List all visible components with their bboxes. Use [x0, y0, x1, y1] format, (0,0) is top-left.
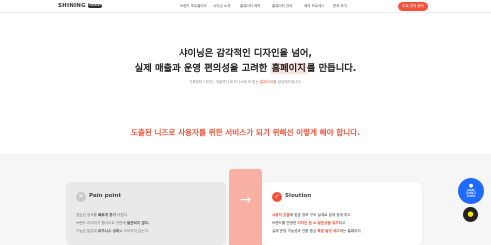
solution-line3-text: 실제 운영 가능성과 전환 중심: [272, 229, 318, 233]
pain-line3-text: 기능은 많은데: [76, 229, 99, 233]
pain-point-line2: 브랜드 이미지가 웹사이트 전반에 일관되지 않다.: [76, 221, 149, 226]
chat-inquiry-button[interactable]: ● CHAT 문의하기 CLICK: [458, 178, 484, 204]
solution-line2: 브랜드를 반영한 디자인 톤 & 일관성을 유지하고: [272, 221, 345, 226]
hero-headline-line2: 실제 매출과 운영 편의성을 고려한 홈페이지를 만듭니다.: [0, 60, 491, 74]
pain-point-card: ✕ Pain point 정돈된 정보를 빠르게 찾기 어렵다. 브랜드 이미지…: [66, 182, 226, 245]
pain-line3-end: 로 이어지지 않는다.: [119, 229, 150, 233]
solution-title: Sloution: [285, 193, 312, 199]
section-title: 도출된 니즈로 사용자를 위한 서비스가 되기 위해선 이렇게 해야 합니다.: [130, 128, 361, 137]
pain-line3-bold: 비즈니스 성과: [98, 229, 120, 233]
pain-point-line1: 정돈된 정보를 빠르게 찾기 어렵다.: [76, 213, 128, 218]
hero-sub-start: 기획부터 디자인, 개발까지 비즈니스에 꼭 맞는: [189, 80, 260, 84]
pain-point-title: Pain point: [89, 193, 121, 199]
hero-sub-accent: 홈페이지: [259, 80, 274, 84]
solution-line1: 사용자 흐름에 맞춘 정보 구조 설계로 쉽게 찾게 하고: [272, 213, 351, 218]
nav-item-homepage-build[interactable]: 홈페이지 제작: [240, 4, 260, 9]
chat-label-3: CLICK: [466, 195, 476, 198]
nav-item-process[interactable]: 제작 프로세스: [304, 4, 324, 9]
pain-line1-bold: 빠르게 찾기: [98, 213, 116, 217]
hero-line2-start: 실제 매출과 운영 편의성을 고려한: [134, 63, 271, 74]
solution-line2-red: 디자인 톤 & 일관성을 유지: [297, 221, 339, 225]
pain-line2-bold: 일관되지 않다.: [126, 221, 150, 225]
hero-highlight: 홈페이지: [270, 63, 307, 74]
arrow-right-icon: →: [239, 192, 252, 208]
solution-line2-end: 하고: [338, 221, 346, 225]
solution-line1-end: 에 맞춘 정보 구조 설계로 쉽게 찾게 하고: [289, 213, 351, 217]
solution-line3: 실제 운영 가능성과 전환 중심 목표 달성 유도하는 홈페이지: [272, 229, 361, 234]
hero-sub-end: 를 완성해드립니다.: [273, 80, 302, 84]
solution-line1-red: 사용자 흐름: [272, 213, 290, 217]
solution-line2-text: 브랜드를 반영한: [272, 221, 298, 225]
pain-line1-end: 어렵다.: [115, 213, 129, 217]
pain-point-line3: 기능은 많은데 비즈니스 성과로 이어지지 않는다.: [76, 229, 149, 234]
pain-line1-text: 정돈된 정보를: [76, 213, 99, 217]
hero-line2-end: 를 만듭니다.: [306, 63, 357, 74]
nav-item-portfolio[interactable]: 브랜드 포트폴리오: [180, 4, 207, 9]
solution-line3-red: 목표 달성 유도: [317, 229, 340, 233]
solution-card: ✓ Sloution 사용자 흐름에 맞춘 정보 구조 설계로 쉽게 찾게 하고…: [262, 182, 422, 245]
free-quote-button[interactable]: 무료 견적 문의: [398, 2, 428, 11]
nav-item-about[interactable]: 샤이닝 소개: [213, 4, 230, 9]
hero-headline-line1: 샤이닝은 감각적인 디자인을 넘어,: [179, 48, 312, 59]
nav-item-contact[interactable]: 문의 하기: [333, 4, 347, 9]
pain-line2-text: 브랜드 이미지가 웹사이트 전반에: [76, 221, 127, 225]
nav-item-homepage-manage[interactable]: 홈페이지 관리: [272, 4, 292, 9]
hero-subtitle: 기획부터 디자인, 개발까지 비즈니스에 꼭 맞는 홈페이지를 완성해드립니다.: [0, 80, 491, 85]
check-icon: ✓: [272, 192, 282, 202]
site-header: SHINING Inc. COMPANY 브랜드 포트폴리오 샤이닝 소개 홈페…: [0, 0, 491, 13]
solution-line3-end: 하는 홈페이지: [339, 229, 361, 233]
close-icon: ✕: [76, 192, 86, 202]
logo-tag: COMPANY: [88, 4, 102, 8]
transition-arrow-box: →: [229, 169, 262, 245]
kakao-talk-button[interactable]: ●: [463, 207, 478, 222]
kakao-talk-icon: ●: [467, 210, 474, 218]
